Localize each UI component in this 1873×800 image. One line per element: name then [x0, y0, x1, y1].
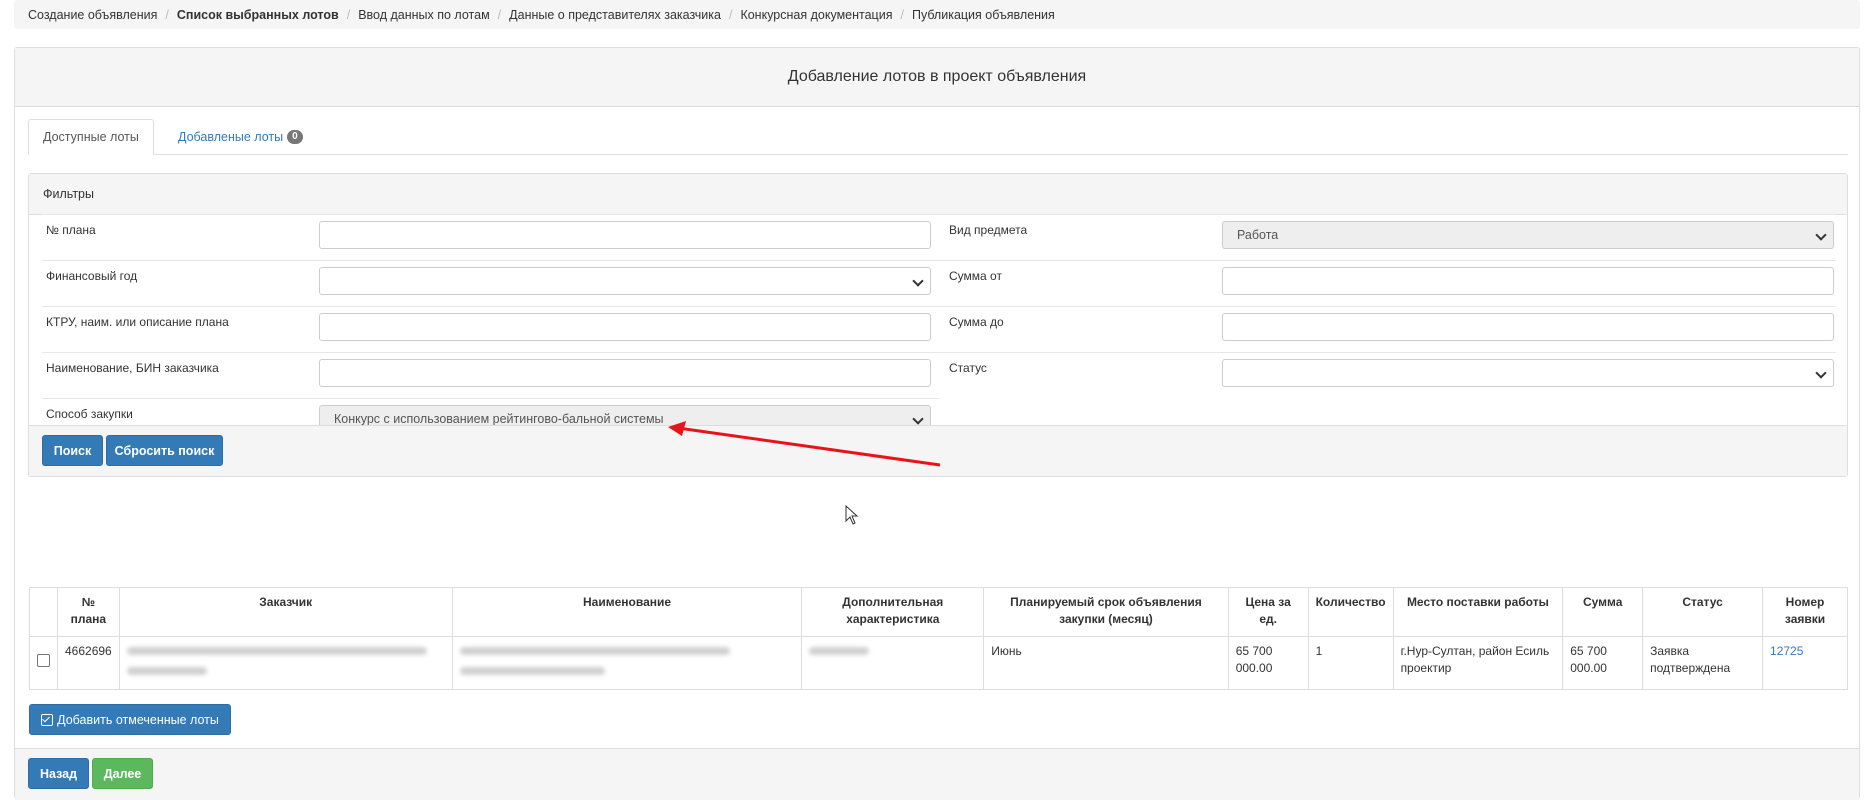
breadcrumb-separator: / [165, 7, 169, 22]
breadcrumb-separator: / [728, 7, 733, 22]
purchase-method-value: Конкурс с использованием рейтингово-баль… [334, 412, 664, 426]
status-label: Статус [949, 361, 987, 375]
cell-sum: 65 700 000.00 [1562, 636, 1644, 690]
tab-added-lots-label: Добавленые лоты [178, 130, 284, 144]
col-qty[interactable]: Количество [1307, 587, 1394, 637]
annotation-arrow-icon [668, 421, 941, 467]
breadcrumb-separator: / [900, 7, 904, 22]
table-header-row: № плана Заказчик Наименование Дополнител… [29, 587, 1848, 637]
check-square-icon [41, 713, 54, 726]
plan-no-input[interactable] [319, 221, 931, 249]
sum-to-label: Сумма до [949, 315, 1004, 329]
customer-input[interactable] [319, 359, 931, 387]
redacted-text [126, 667, 207, 675]
page-footer: Назад Далее [15, 748, 1859, 800]
cell-place: г.Нур-Султан, район Есиль проектир [1392, 636, 1564, 690]
row-checkbox[interactable] [37, 654, 50, 667]
cell-customer-redacted [118, 636, 453, 690]
row-checkbox-cell [29, 636, 58, 690]
filter-row: Наименование, БИН заказчика Статус [42, 352, 1836, 390]
filter-row: Финансовый год Сумма от [42, 260, 1836, 298]
col-plan-no[interactable]: № плана [57, 587, 120, 637]
cell-extra-redacted [801, 636, 985, 690]
filter-row: № плана Вид предмета Работа [42, 214, 1836, 252]
select-column-header [29, 587, 58, 637]
cell-period: Июнь [983, 636, 1229, 690]
filters-title: Фильтры [29, 174, 1847, 215]
cell-qty: 1 [1307, 636, 1394, 690]
cell-name-redacted [451, 636, 803, 690]
breadcrumb-item-lot-data[interactable]: Ввод данных по лотам [358, 8, 489, 22]
col-customer[interactable]: Заказчик [118, 587, 453, 637]
back-button[interactable]: Назад [28, 758, 89, 789]
subject-type-label: Вид предмета [949, 223, 1028, 237]
filter-row: КТРУ, наим. или описание плана Сумма до [42, 306, 1836, 344]
table-row: 4662696 Июнь 65 700 000.00 1 г.Нур-Султа… [29, 636, 1848, 690]
breadcrumb-item-publication[interactable]: Публикация объявления [912, 8, 1055, 22]
ktru-input[interactable] [319, 313, 931, 341]
col-place[interactable]: Место поставки работы [1392, 587, 1564, 637]
fin-year-select[interactable] [319, 267, 931, 295]
tab-available-lots-label: Доступные лоты [43, 130, 139, 144]
fin-year-label: Финансовый год [46, 269, 138, 283]
breadcrumb-separator: / [346, 7, 351, 22]
add-selected-lots-button[interactable]: Добавить отмеченные лоты [29, 704, 231, 735]
redacted-text [459, 667, 605, 675]
lots-table: № плана Заказчик Наименование Дополнител… [29, 587, 1848, 690]
subject-type-select[interactable]: Работа [1222, 221, 1834, 249]
breadcrumb-separator: / [497, 7, 502, 22]
method-label: Способ закупки [46, 407, 133, 421]
sum-from-input[interactable] [1222, 267, 1834, 295]
search-button[interactable]: Поиск [42, 435, 103, 466]
col-price[interactable]: Цена за ед. [1227, 587, 1309, 637]
status-select[interactable] [1222, 359, 1834, 387]
redacted-text [459, 647, 730, 655]
mouse-cursor-icon [845, 505, 859, 525]
reset-search-button[interactable]: Сбросить поиск [106, 435, 223, 466]
col-status[interactable]: Статус [1642, 587, 1764, 637]
sum-from-label: Сумма от [949, 269, 1002, 283]
breadcrumb: Создание объявления / Список выбранных л… [14, 0, 1860, 29]
lot-tabs: Доступные лоты Добавленые лоты 0 [28, 119, 1848, 155]
ktru-label: КТРУ, наим. или описание плана [46, 315, 229, 329]
added-lots-count-badge: 0 [287, 130, 303, 144]
tab-available-lots[interactable]: Доступные лоты [28, 119, 154, 155]
redacted-text [809, 647, 870, 655]
plan-no-label: № плана [46, 223, 96, 237]
col-sum[interactable]: Сумма [1562, 587, 1644, 637]
cell-price: 65 700 000.00 [1227, 636, 1309, 690]
redacted-text [126, 647, 427, 655]
customer-label: Наименование, БИН заказчика [46, 361, 219, 375]
col-extra[interactable]: Дополнительная характеристика [801, 587, 985, 637]
breadcrumb-item-representatives[interactable]: Данные о представителях заказчика [509, 8, 721, 22]
cell-plan-no: 4662696 [57, 636, 120, 690]
next-button[interactable]: Далее [92, 758, 153, 789]
tab-added-lots[interactable]: Добавленые лоты 0 [164, 119, 317, 155]
breadcrumb-item-create[interactable]: Создание объявления [28, 8, 157, 22]
page-title: Добавление лотов в проект объявления [15, 48, 1859, 107]
col-name[interactable]: Наименование [451, 587, 803, 637]
breadcrumb-item-selected-lots: Список выбранных лотов [176, 7, 339, 22]
cell-app-no: 12725 [1762, 636, 1848, 690]
breadcrumb-item-documentation[interactable]: Конкурсная документация [740, 8, 892, 22]
application-link[interactable]: 12725 [1770, 644, 1803, 658]
add-selected-lots-label: Добавить отмеченные лоты [57, 712, 219, 727]
col-period[interactable]: Планируемый срок объявления закупки (мес… [983, 587, 1229, 637]
subject-type-value: Работа [1237, 228, 1279, 242]
sum-to-input[interactable] [1222, 313, 1834, 341]
col-app-no[interactable]: Номер заявки [1762, 587, 1848, 637]
cell-status: Заявка подтверждена [1642, 636, 1764, 690]
